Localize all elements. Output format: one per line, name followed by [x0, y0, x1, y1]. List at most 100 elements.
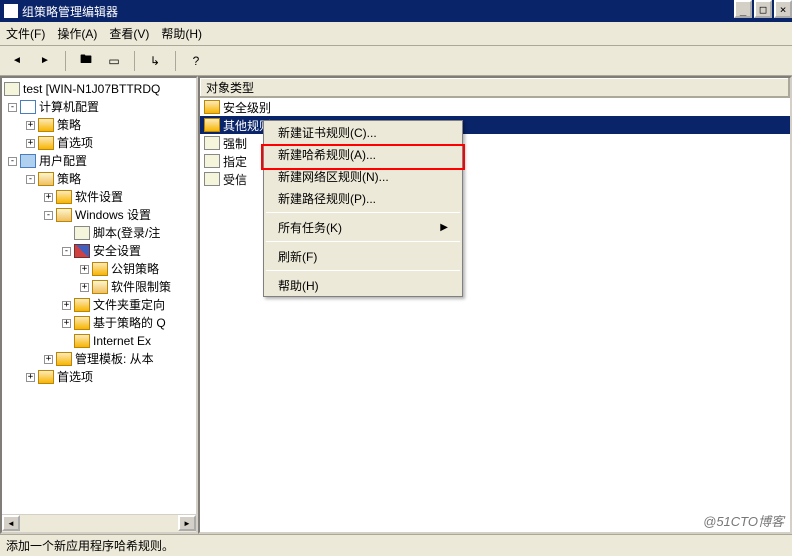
context-menu: 新建证书规则(C)... 新建哈希规则(A)... 新建网络区规则(N)... …: [263, 120, 463, 297]
item-label: 安全级别: [223, 99, 271, 116]
tree-user-preferences[interactable]: + 首选项: [4, 368, 196, 386]
tree-horizontal-scrollbar[interactable]: ◄ ►: [2, 514, 196, 532]
collapse-icon[interactable]: -: [26, 175, 35, 184]
folder-icon: [56, 190, 72, 204]
folder-icon: [56, 352, 72, 366]
menu-bar: 文件(F) 操作(A) 查看(V) 帮助(H): [0, 22, 792, 46]
tree-computer-config[interactable]: - 计算机配置: [4, 98, 196, 116]
collapse-icon[interactable]: -: [8, 103, 17, 112]
column-header-label: 对象类型: [206, 79, 254, 96]
tree-policies[interactable]: + 策略: [4, 116, 196, 134]
folder-icon: [38, 136, 54, 150]
expand-icon[interactable]: +: [80, 283, 89, 292]
menu-item-label: 刷新(F): [278, 248, 317, 265]
show-hide-tree-button[interactable]: ▭: [103, 50, 125, 72]
menu-item-new-zone-rule[interactable]: 新建网络区规则(N)...: [264, 165, 462, 187]
user-icon: [20, 154, 36, 168]
menu-file[interactable]: 文件(F): [6, 25, 45, 42]
tree-policy-qos[interactable]: + 基于策略的 Q: [4, 314, 196, 332]
item-label: 强制: [223, 135, 247, 152]
menu-item-all-tasks[interactable]: 所有任务(K) ▶: [264, 216, 462, 238]
window-controls: _ □ ×: [732, 0, 792, 18]
tree-pubkey-policies[interactable]: + 公钥策略: [4, 260, 196, 278]
expand-icon[interactable]: +: [26, 121, 35, 130]
folder-icon: [92, 280, 108, 294]
menu-item-label: 所有任务(K): [278, 219, 342, 236]
column-header-object-type[interactable]: 对象类型: [200, 78, 790, 98]
tree-label: 软件限制策: [111, 278, 171, 296]
status-bar: 添加一个新应用程序哈希规则。: [0, 534, 792, 556]
menu-item-label: 新建路径规则(P)...: [278, 190, 376, 207]
tree-software-settings[interactable]: + 软件设置: [4, 188, 196, 206]
menu-separator: [266, 212, 460, 213]
item-label: 指定: [223, 153, 247, 170]
menu-item-help[interactable]: 帮助(H): [264, 274, 462, 296]
expand-icon[interactable]: +: [26, 373, 35, 382]
leaf-icon: [62, 337, 71, 346]
collapse-icon[interactable]: -: [62, 247, 71, 256]
tree-label: 用户配置: [39, 152, 87, 170]
policy-icon: [204, 136, 220, 150]
scroll-left-button[interactable]: ◄: [2, 515, 20, 531]
tree-label: Internet Ex: [93, 332, 151, 350]
expand-icon[interactable]: +: [44, 355, 53, 364]
watermark: @51CTO博客: [703, 511, 784, 530]
maximize-button[interactable]: □: [754, 0, 772, 18]
tree-label: 首选项: [57, 368, 93, 386]
script-icon: [74, 226, 90, 240]
menu-item-label: 新建证书规则(C)...: [278, 124, 377, 141]
scroll-right-button[interactable]: ►: [178, 515, 196, 531]
policy-icon: [204, 172, 220, 186]
item-label: 受信: [223, 171, 247, 188]
folder-icon: [204, 100, 220, 114]
status-text: 添加一个新应用程序哈希规则。: [6, 537, 174, 554]
expand-icon[interactable]: +: [26, 139, 35, 148]
toolbar-divider: [134, 51, 135, 71]
menu-item-new-cert-rule[interactable]: 新建证书规则(C)...: [264, 121, 462, 143]
tree-folder-redirect[interactable]: + 文件夹重定向: [4, 296, 196, 314]
tree-label: 基于策略的 Q: [93, 314, 166, 332]
collapse-icon[interactable]: -: [44, 211, 53, 220]
menu-action[interactable]: 操作(A): [57, 25, 97, 42]
tree-root[interactable]: test [WIN-N1J07BTTRDQ: [4, 80, 196, 98]
menu-item-label: 新建网络区规则(N)...: [278, 168, 389, 185]
back-button[interactable]: ◄: [6, 50, 28, 72]
tree-scripts[interactable]: 脚本(登录/注: [4, 224, 196, 242]
tree-security-settings[interactable]: - 安全设置: [4, 242, 196, 260]
menu-item-refresh[interactable]: 刷新(F): [264, 245, 462, 267]
tree-internet-explorer[interactable]: Internet Ex: [4, 332, 196, 350]
minimize-button[interactable]: _: [734, 0, 752, 18]
toolbar-divider: [65, 51, 66, 71]
tree-user-config[interactable]: - 用户配置: [4, 152, 196, 170]
list-item[interactable]: 安全级别: [200, 98, 790, 116]
tree-label: 首选项: [57, 134, 93, 152]
qos-icon: [74, 316, 90, 330]
menu-item-new-hash-rule[interactable]: 新建哈希规则(A)...: [264, 143, 462, 165]
tree-label: 管理模板: 从本: [75, 350, 154, 368]
up-button[interactable]: 🖿: [75, 50, 97, 72]
forward-button[interactable]: ►: [34, 50, 56, 72]
folder-icon: [38, 370, 54, 384]
close-button[interactable]: ×: [774, 0, 792, 18]
menu-help[interactable]: 帮助(H): [161, 25, 202, 42]
expand-icon[interactable]: +: [62, 319, 71, 328]
tree-preferences[interactable]: + 首选项: [4, 134, 196, 152]
collapse-icon[interactable]: -: [8, 157, 17, 166]
export-button[interactable]: ↳: [144, 50, 166, 72]
tree-label: 策略: [57, 170, 81, 188]
tree-software-restriction[interactable]: + 软件限制策: [4, 278, 196, 296]
menu-item-new-path-rule[interactable]: 新建路径规则(P)...: [264, 187, 462, 209]
help-button[interactable]: ?: [185, 50, 207, 72]
tree-admin-templates[interactable]: + 管理模板: 从本: [4, 350, 196, 368]
window-title: 组策略管理编辑器: [22, 3, 118, 20]
app-icon: [4, 4, 18, 18]
tree-windows-settings[interactable]: - Windows 设置: [4, 206, 196, 224]
title-bar: 组策略管理编辑器: [0, 0, 792, 22]
expand-icon[interactable]: +: [44, 193, 53, 202]
toolbar-divider: [175, 51, 176, 71]
menu-view[interactable]: 查看(V): [109, 25, 149, 42]
expand-icon[interactable]: +: [80, 265, 89, 274]
tree-user-policies[interactable]: - 策略: [4, 170, 196, 188]
menu-item-label: 新建哈希规则(A)...: [278, 146, 376, 163]
expand-icon[interactable]: +: [62, 301, 71, 310]
